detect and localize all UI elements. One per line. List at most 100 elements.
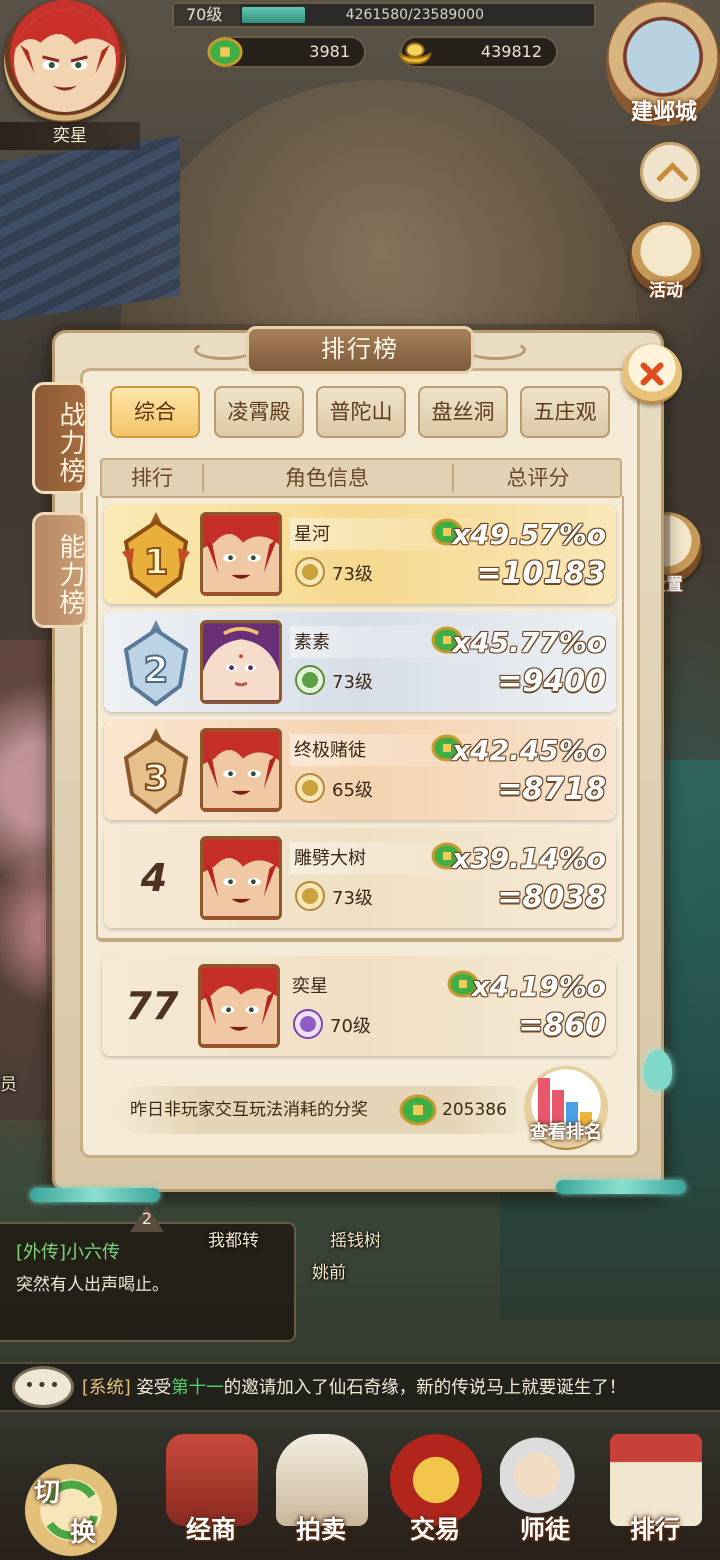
- column-total-score: 总评分: [506, 466, 570, 490]
- tab-wuzhuang[interactable]: 五庄观: [520, 386, 610, 438]
- dock-trade-label: 交易: [409, 1515, 460, 1544]
- my-rank-number: 77: [125, 984, 179, 1028]
- bonus-value: 205386: [442, 1100, 507, 1120]
- player-avatar[interactable]: [4, 0, 126, 122]
- gold-amount: 439812: [480, 42, 542, 61]
- jianye-city-label: 建邺城: [630, 100, 697, 125]
- total-score: =8038: [497, 880, 606, 915]
- player-level: 73级: [332, 564, 373, 585]
- school-emblem-icon: [293, 1009, 323, 1039]
- system-message-part: 的邀请加入了仙石奇缘，新的传说马上就要诞生了！: [223, 1378, 627, 1398]
- tab-lingxiao[interactable]: 凌霄殿: [214, 386, 304, 438]
- percent-multiplier: x45.77%o: [452, 626, 606, 659]
- player-name: 星河: [294, 524, 330, 545]
- character-portrait[interactable]: [200, 620, 282, 704]
- dock-business-label: 经商: [185, 1515, 236, 1544]
- copper-coin-icon: [207, 37, 243, 67]
- view-ranking-label: 查看排名: [530, 1122, 602, 1143]
- column-rank: 排行: [131, 466, 173, 490]
- rank-2-digit: 2: [143, 650, 168, 691]
- system-message: [系统] 姿受第十一的邀请加入了仙石奇缘，新的传说马上就要诞生了！: [82, 1374, 626, 1399]
- gold-currency[interactable]: 439812: [398, 36, 558, 68]
- jade-ornament-left: [30, 1188, 160, 1202]
- ranking-row[interactable]: 3 终极赌徒 65级 x42.45%o =8718: [104, 720, 616, 820]
- column-header: 排行 角色信息 总评分: [100, 458, 622, 498]
- tab-overall[interactable]: 综合: [110, 386, 200, 438]
- title-ornament-left: [194, 340, 254, 360]
- silver-medal-icon: 2: [123, 620, 189, 707]
- jade-ornament-right: [556, 1180, 686, 1194]
- character-portrait[interactable]: [200, 512, 282, 596]
- collapse-chevron-up-icon[interactable]: [640, 142, 700, 202]
- character-portrait[interactable]: [200, 728, 282, 812]
- system-message-part: 姿受: [136, 1378, 172, 1398]
- gold-medal-icon: 1: [122, 512, 190, 599]
- lotus-lantern-icon: [644, 1050, 672, 1090]
- dock-ranking-button[interactable]: 排行: [596, 1430, 714, 1548]
- ranking-row[interactable]: 1 星河 73级 x49.57%o =10183: [104, 504, 616, 604]
- player-level: 73级: [332, 672, 373, 693]
- school-emblem-icon: [295, 665, 325, 695]
- dock-business-button[interactable]: 经商: [152, 1430, 270, 1548]
- school-emblem-icon: [295, 773, 325, 803]
- ranking-row[interactable]: 2 素素 73级 x45.77%o =9400: [104, 612, 616, 712]
- tab-pansi[interactable]: 盘丝洞: [418, 386, 508, 438]
- percent-multiplier: x49.57%o: [452, 518, 606, 551]
- chat-bubble-icon[interactable]: [12, 1366, 74, 1408]
- avatar-hero-face: [14, 10, 116, 112]
- percent-multiplier: x39.14%o: [452, 842, 606, 875]
- school-emblem-icon: [295, 881, 325, 911]
- dock-auction-label: 拍卖: [295, 1515, 346, 1544]
- total-score: =8718: [497, 772, 606, 807]
- player-name: 终极赌徒: [294, 740, 366, 761]
- rank-number: 4: [140, 856, 168, 900]
- switch-label-bottom: 换: [70, 1518, 97, 1548]
- npc-speech: 我都转: [208, 1231, 259, 1251]
- player-level: 73级: [332, 888, 373, 909]
- quest-description: 突然有人出声喝止。: [16, 1275, 169, 1295]
- player-name: 雕劈大树: [294, 848, 366, 869]
- player-level: 70级: [174, 4, 240, 26]
- experience-fill: [242, 7, 305, 23]
- ranking-row[interactable]: 4 雕劈大树 73级 x39.14%o =8038: [104, 828, 616, 928]
- rank-1-digit: 1: [143, 542, 168, 583]
- tab-combat-power[interactable]: 战力榜: [32, 382, 88, 494]
- bonus-label: 昨日非玩家交互玩法消耗的分奖: [130, 1100, 368, 1120]
- npc-name-label[interactable]: 姚前: [312, 1258, 346, 1283]
- yesterday-bonus-bar: 昨日非玩家交互玩法消耗的分奖 205386: [116, 1086, 536, 1134]
- percent-multiplier: x42.45%o: [452, 734, 606, 767]
- scene-roof: [0, 135, 180, 325]
- experience-text: 4261580/23589000: [345, 7, 484, 23]
- npc-name-fragment: 员: [0, 1075, 17, 1095]
- dock-ranking-label: 排行: [629, 1515, 680, 1544]
- gold-ingot-icon: [398, 42, 432, 65]
- my-percent-multiplier: x4.19%o: [471, 970, 606, 1003]
- dock-auction-button[interactable]: 拍卖: [262, 1430, 380, 1548]
- my-name: 奕星: [292, 976, 328, 997]
- quest-title: [外传]小六传: [16, 1242, 121, 1263]
- dock-mentor-label: 师徒: [519, 1515, 570, 1544]
- player-name: 素素: [294, 632, 330, 653]
- switch-label-top: 切: [34, 1478, 61, 1508]
- school-emblem-icon: [295, 557, 325, 587]
- column-role-info: 角色信息: [285, 466, 369, 490]
- my-level: 70级: [330, 1016, 371, 1037]
- copper-currency[interactable]: 3981: [207, 36, 366, 68]
- experience-bar: 70级 4261580/23589000: [172, 2, 596, 28]
- dock-mentor-button[interactable]: 师徒: [486, 1430, 604, 1548]
- my-ranking-row[interactable]: 77 奕星 70级 x4.19%o =860: [102, 956, 616, 1056]
- panel-title: 排行榜: [246, 326, 474, 374]
- copper-amount: 3981: [309, 42, 350, 61]
- total-score: =9400: [497, 664, 606, 699]
- my-character-portrait[interactable]: [198, 964, 280, 1048]
- tab-putuo[interactable]: 普陀山: [316, 386, 406, 438]
- system-message-highlight: 第十一: [171, 1378, 224, 1398]
- title-ornament-right: [466, 340, 526, 360]
- character-portrait[interactable]: [200, 836, 282, 920]
- activity-label: 活动: [649, 281, 683, 301]
- dock-trade-button[interactable]: 交易: [376, 1430, 494, 1548]
- player-name: 奕星: [0, 122, 140, 150]
- tab-ability[interactable]: 能力榜: [32, 512, 88, 628]
- close-button[interactable]: [622, 344, 682, 404]
- money-tree-label[interactable]: 摇钱树: [330, 1226, 381, 1251]
